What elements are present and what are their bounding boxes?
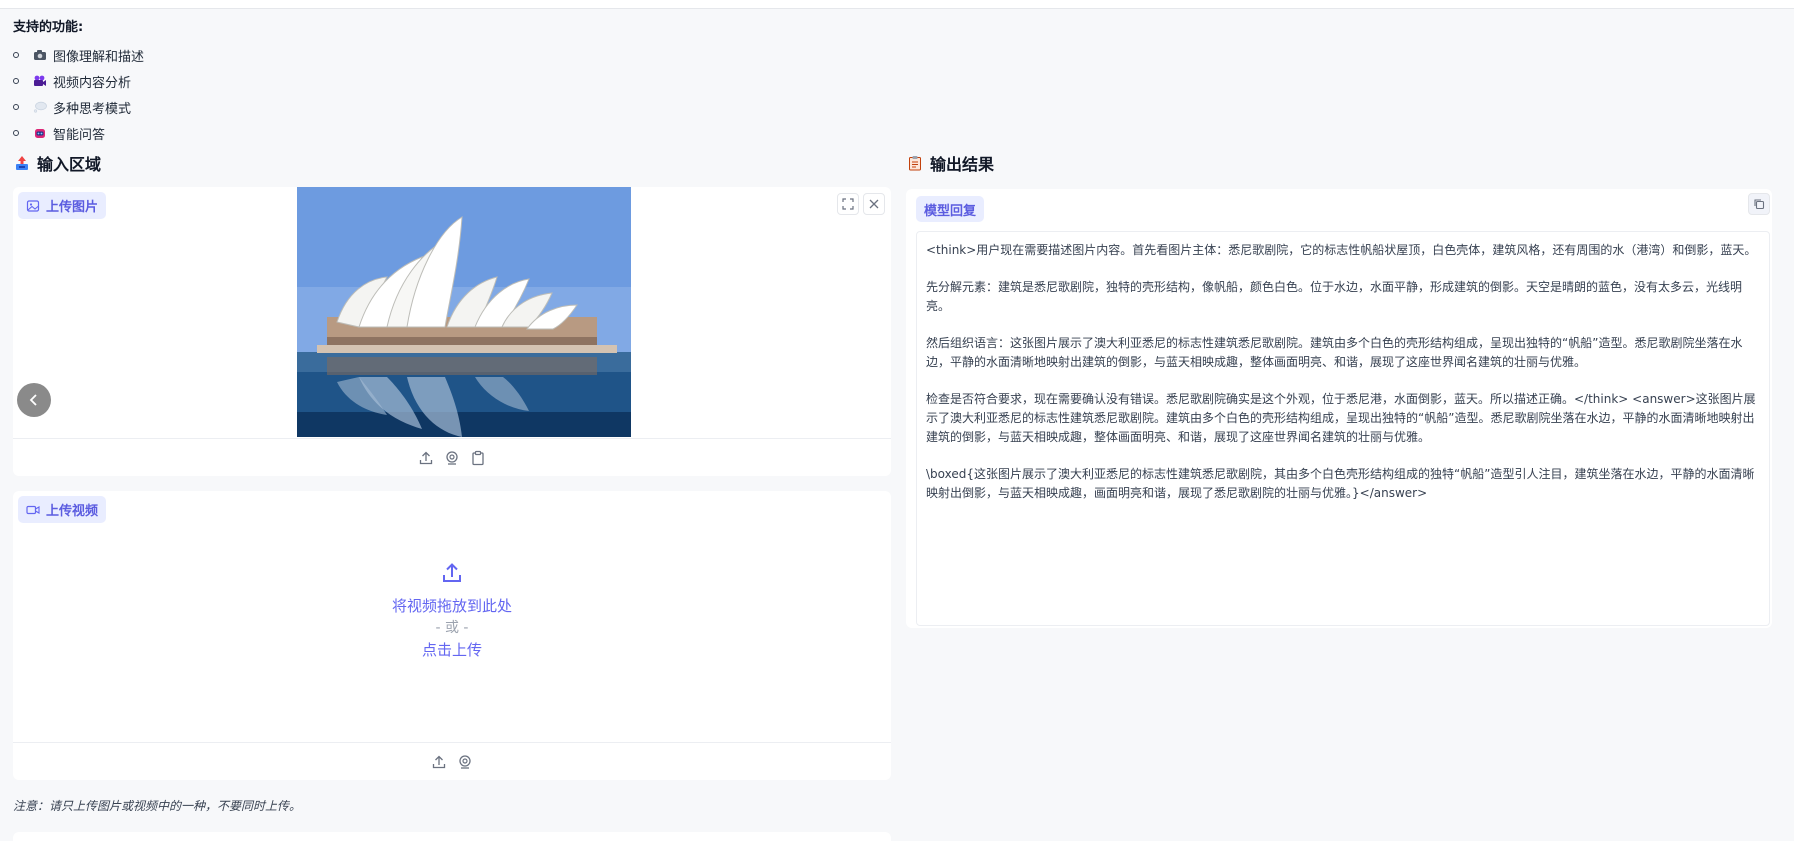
clipboard-icon[interactable] <box>470 450 486 466</box>
upload-note: 注意：请只上传图片或视频中的一种，不要同时上传。 <box>13 799 302 813</box>
feature-label: 视频内容分析 <box>53 75 132 91</box>
model-reply-textbox[interactable]: <think>用户现在需要描述图片内容。首先看图片主体：悉尼歌剧院，它的标志性帆… <box>916 231 1770 626</box>
clear-image-button[interactable] <box>863 193 885 215</box>
reply-paragraph: 先分解元素：建筑是悉尼歌剧院，独特的壳形结构，像帆船，颜色白色。位于水边，水面平… <box>926 280 1743 313</box>
or-text: - 或 - <box>435 620 469 636</box>
video-upload-panel[interactable]: 上传视频 将视频拖放到此处 - 或 - 点击上传 <box>13 491 891 780</box>
camera-icon <box>33 49 47 61</box>
video-upload-label: 上传视频 <box>18 496 107 523</box>
chevron-left-icon <box>29 394 37 406</box>
output-section-label: 输出结果 <box>930 155 995 174</box>
reply-paragraph: <think>用户现在需要描述图片内容。首先看图片主体：悉尼歌剧院，它的标志性帆… <box>926 243 1757 257</box>
video-panel-footer <box>13 742 891 780</box>
image-upload-label: 上传图片 <box>18 192 107 219</box>
bullet <box>13 104 19 110</box>
bullet <box>13 52 19 58</box>
feature-label: 智能问答 <box>53 127 106 143</box>
inbox-tray-icon <box>15 155 29 171</box>
close-icon <box>869 199 879 209</box>
output-section-title: 输出结果 <box>908 151 994 175</box>
fullscreen-icon <box>842 198 854 210</box>
uploaded-image-preview <box>297 187 631 437</box>
fullscreen-button[interactable] <box>837 193 859 215</box>
model-reply-label: 模型回复 <box>916 196 985 222</box>
bullet <box>13 78 19 84</box>
copy-button[interactable] <box>1748 193 1770 215</box>
reply-paragraph: 然后组织语言：这张图片展示了澳大利亚悉尼的标志性建筑悉尼歌剧院。建筑由多个白色的… <box>926 336 1743 369</box>
reply-paragraph: \boxed{这张图片展示了澳大利亚悉尼的标志性建筑悉尼歌剧院，其由多个白色壳形… <box>926 467 1755 500</box>
click-upload-link[interactable]: 点击上传 <box>13 639 891 661</box>
bottom-panel-edge <box>13 832 891 841</box>
feature-label: 图像理解和描述 <box>53 49 145 65</box>
video-drop-zone[interactable]: 将视频拖放到此处 - 或 - 点击上传 <box>13 561 891 661</box>
image-icon <box>26 199 40 212</box>
output-panel: 模型回复 <think>用户现在需要描述图片内容。首先看图片主体：悉尼歌剧院，它… <box>906 189 1772 628</box>
input-section-title: 输入区域 <box>15 151 101 175</box>
video-icon <box>26 505 40 514</box>
bullet <box>13 130 19 136</box>
image-upload-panel[interactable]: 上传图片 <box>13 187 891 476</box>
upload-icon[interactable] <box>418 450 434 466</box>
video-camera-icon <box>33 75 47 87</box>
feature-label: 多种思考模式 <box>53 101 132 117</box>
robot-icon <box>33 127 47 139</box>
reply-paragraph: 检查是否符合要求，现在需要确认没有错误。悉尼歌剧院确实是这个外观，位于悉尼港，水… <box>926 392 1756 444</box>
upload-icon <box>443 563 461 582</box>
list-item: 智能问答 <box>13 120 144 146</box>
top-bar <box>0 0 1794 9</box>
feature-list: 图像理解和描述 视频内容分析 多种思考模式 智能问答 <box>13 42 144 146</box>
webcam-icon[interactable] <box>457 754 473 770</box>
input-section-label: 输入区域 <box>37 155 102 174</box>
list-item: 多种思考模式 <box>13 94 144 120</box>
list-item: 视频内容分析 <box>13 68 144 94</box>
features-title: 支持的功能: <box>13 20 84 35</box>
opera-house-image <box>297 187 631 437</box>
webcam-icon[interactable] <box>444 450 460 466</box>
upload-icon[interactable] <box>431 754 447 770</box>
list-item: 图像理解和描述 <box>13 42 144 68</box>
copy-icon <box>1754 199 1765 210</box>
previous-button[interactable] <box>17 383 51 417</box>
clipboard-icon <box>908 155 922 171</box>
features-section: 支持的功能: 图像理解和描述 视频内容分析 多种思考模式 智能问答 <box>13 16 144 146</box>
thought-bubble-icon <box>33 101 47 113</box>
drop-text: 将视频拖放到此处 <box>391 597 512 615</box>
image-tools <box>837 193 885 215</box>
image-panel-footer <box>13 438 891 476</box>
